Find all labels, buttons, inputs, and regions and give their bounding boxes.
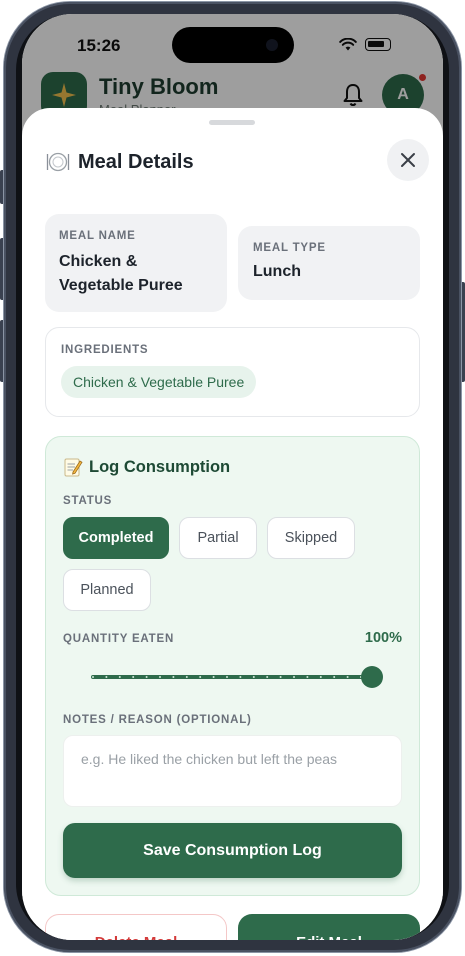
ingredients-label: INGREDIENTS (61, 344, 149, 356)
log-consumption-card: Log Consumption STATUS Completed Partial… (45, 436, 420, 896)
slider-tick (159, 676, 161, 678)
slider-tick (266, 676, 269, 678)
meal-name-label: MEAL NAME (59, 230, 136, 242)
slider-tick (92, 676, 94, 678)
phone-screen: 15:26 Tiny Bloom Meal Planner A (22, 14, 443, 940)
memo-icon (64, 458, 83, 477)
slider-thumb[interactable] (361, 666, 383, 688)
slider-tick (132, 676, 135, 678)
meal-details-sheet: Meal Details MEAL NAME Chicken & Vegetab… (22, 108, 443, 940)
status-label: STATUS (63, 495, 113, 507)
slider-tick (185, 676, 188, 678)
slider-tick (306, 676, 309, 678)
page-title: Meal Details (46, 150, 194, 174)
slider-tick (346, 676, 349, 678)
meal-type-card: MEAL TYPE Lunch (238, 226, 420, 300)
delete-meal-button[interactable]: Delete Meal (45, 914, 227, 940)
plate-icon (46, 152, 70, 172)
slider-tick (333, 676, 336, 678)
log-title: Log Consumption (63, 457, 230, 477)
slider-tick (239, 676, 242, 678)
slider-ticks (92, 676, 362, 678)
status-planned-button[interactable]: Planned (63, 569, 151, 611)
slider-tick (118, 676, 121, 678)
sheet-title-text: Meal Details (78, 150, 194, 173)
save-consumption-button[interactable]: Save Consumption Log (63, 823, 402, 878)
edit-meal-button[interactable]: Edit Meal (238, 914, 420, 940)
meal-name-value: Chicken & Vegetable Puree (59, 253, 183, 294)
notes-input[interactable] (63, 735, 402, 807)
ingredients-card: INGREDIENTS Chicken & Vegetable Puree (45, 327, 420, 417)
slider-tick (172, 676, 175, 678)
status-skipped-button[interactable]: Skipped (267, 517, 355, 559)
status-partial-button[interactable]: Partial (179, 517, 257, 559)
quantity-label: QUANTITY EATEN (63, 633, 175, 645)
meal-type-label: MEAL TYPE (253, 242, 326, 254)
slider-tick (319, 676, 322, 678)
slider-tick (226, 676, 228, 678)
slider-tick (145, 676, 148, 678)
log-title-text: Log Consumption (89, 457, 231, 476)
notes-label: NOTES / REASON (OPTIONAL) (63, 714, 252, 726)
sheet-grabber[interactable] (209, 120, 255, 125)
close-icon (401, 153, 415, 167)
slider-tick (279, 676, 282, 678)
slider-tick (293, 676, 295, 678)
ingredient-chip: Chicken & Vegetable Puree (61, 366, 257, 398)
slider-tick (212, 676, 215, 678)
quantity-slider[interactable] (91, 666, 383, 688)
quantity-value: 100% (364, 630, 402, 646)
status-completed-button[interactable]: Completed (63, 517, 169, 559)
slider-tick (252, 676, 255, 678)
slider-tick (105, 676, 108, 678)
meal-name-card: MEAL NAME Chicken & Vegetable Puree (45, 214, 227, 312)
meal-type-value: Lunch (253, 263, 301, 280)
slider-tick (199, 676, 202, 678)
close-button[interactable] (387, 139, 429, 181)
